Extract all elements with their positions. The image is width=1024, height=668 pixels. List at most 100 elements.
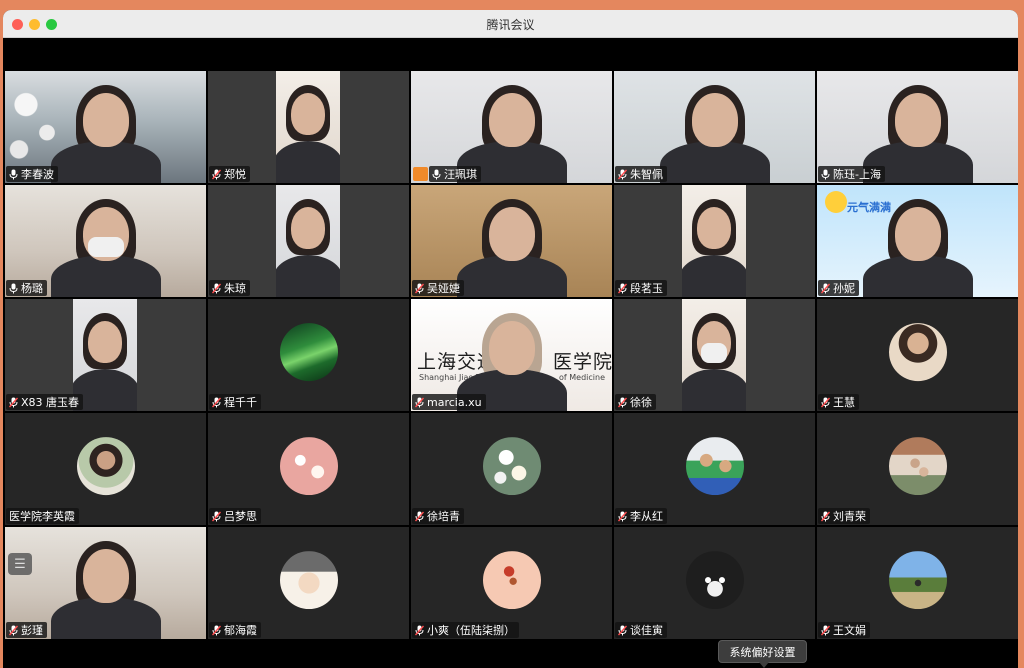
participant-tile[interactable]: 医学院李英霞 (5, 413, 206, 525)
participant-name: 陈珏-上海 (833, 168, 881, 181)
person-body (456, 255, 567, 297)
microphone-muted-icon (415, 625, 424, 636)
participant-tile[interactable]: 徐徐 (614, 299, 815, 411)
participant-tile[interactable]: 王文娟 (817, 527, 1018, 639)
participant-name-tag: 徐培青 (412, 508, 464, 524)
participant-tile[interactable]: 吕梦思 (208, 413, 409, 525)
participant-name-tag: 朱琼 (209, 280, 250, 296)
microphone-muted-icon (821, 511, 830, 522)
participant-name: 朱琼 (224, 282, 246, 295)
participant-tile[interactable]: 李春波 (5, 71, 206, 183)
microphone-muted-icon (212, 169, 221, 180)
person-body (50, 255, 161, 297)
participant-name-tag: 陈珏-上海 (818, 166, 885, 182)
participant-name: 吕梦思 (224, 510, 257, 523)
microphone-muted-icon (821, 397, 830, 408)
participant-tile[interactable]: 杨璐 (5, 185, 206, 297)
person-face (291, 207, 325, 249)
participant-name-tag: 吕梦思 (209, 508, 261, 524)
face-mask (701, 343, 727, 363)
participant-name-tag: 谈佳寅 (615, 622, 667, 638)
participant-name: 汪珮琪 (444, 168, 477, 181)
participant-tile[interactable]: 汪珮琪 (411, 71, 612, 183)
participant-video (682, 299, 746, 411)
participant-name-tag: 杨璐 (6, 280, 47, 296)
participant-video (682, 185, 746, 297)
person-face (291, 93, 325, 135)
person-face (488, 207, 535, 261)
person-body (659, 141, 770, 183)
participant-name-tag: 徐徐 (615, 394, 656, 410)
participant-tile[interactable]: 段茗玉 (614, 185, 815, 297)
participant-tile[interactable]: 谈佳寅 (614, 527, 815, 639)
participant-name: 吴娅婕 (427, 282, 460, 295)
person-body (50, 597, 161, 639)
participant-tile[interactable]: 徐培青 (411, 413, 612, 525)
person-face (82, 93, 129, 147)
participant-name-tag: 小爽（伍陆柒捌） (412, 622, 519, 638)
participant-name-tag: 郁海霞 (209, 622, 261, 638)
person-face (894, 207, 941, 261)
microphone-muted-icon (9, 397, 18, 408)
participant-tile[interactable]: 上海交通 医学院 Shanghai Jiao Tong of Medicine marc… (411, 299, 612, 411)
microphone-muted-icon (821, 625, 830, 636)
person-face (894, 93, 941, 147)
person-body (682, 255, 746, 297)
microphone-muted-icon (618, 511, 627, 522)
participant-name: 医学院李英霞 (9, 510, 75, 523)
host-badge-icon (413, 167, 428, 181)
participant-name: 徐徐 (630, 396, 652, 409)
microphone-muted-icon (212, 511, 221, 522)
participant-tile[interactable]: X83 唐玉春 (5, 299, 206, 411)
face-mask (87, 237, 124, 257)
person-face (691, 93, 738, 147)
participant-tile[interactable]: 郁海霞 (208, 527, 409, 639)
microphone-muted-icon (415, 397, 424, 408)
participant-tile[interactable]: 元气满满 孙妮 (817, 185, 1018, 297)
participant-name: 郑悦 (224, 168, 246, 181)
participant-tile[interactable]: ☰ 彭瑾 (5, 527, 206, 639)
participant-name: 朱智佩 (630, 168, 663, 181)
participant-tile[interactable]: 李从红 (614, 413, 815, 525)
participant-avatar (482, 437, 541, 496)
participant-tile[interactable]: 刘青荣 (817, 413, 1018, 525)
microphone-muted-icon (618, 397, 627, 408)
participant-name-tag: 王文娟 (818, 622, 870, 638)
person-face (82, 549, 129, 603)
participant-name-tag: 朱智佩 (615, 166, 667, 182)
participant-tile[interactable]: 郑悦 (208, 71, 409, 183)
microphone-muted-icon (212, 283, 221, 294)
participant-tile[interactable]: 王慧 (817, 299, 1018, 411)
participant-tile[interactable]: 小爽（伍陆柒捌） (411, 527, 612, 639)
participant-name-tag: 彭瑾 (6, 622, 47, 638)
person-body (276, 255, 340, 297)
microphone-muted-icon (212, 397, 221, 408)
participant-name-tag: 医学院李英霞 (6, 508, 79, 524)
participant-name: 李春波 (21, 168, 54, 181)
microphone-muted-icon (415, 511, 424, 522)
participant-video (276, 71, 340, 183)
participant-avatar (279, 437, 338, 496)
list-icon[interactable]: ☰ (8, 553, 32, 575)
participant-avatar (685, 551, 744, 610)
person-body (682, 369, 746, 411)
microphone-muted-icon (415, 283, 424, 294)
title-bar: 腾讯会议 (3, 10, 1018, 38)
sign-text-right: 医学院 (553, 351, 612, 373)
participant-name-tag: X83 唐玉春 (6, 394, 84, 410)
participant-name-tag: 王慧 (818, 394, 859, 410)
window-title: 腾讯会议 (486, 18, 535, 32)
participant-tile[interactable]: 朱琼 (208, 185, 409, 297)
participant-tile[interactable]: 陈珏-上海 (817, 71, 1018, 183)
person-face (697, 207, 731, 249)
participant-avatar (279, 551, 338, 610)
participant-name-tag: 刘青荣 (818, 508, 870, 524)
sticker-text: 元气满满 (847, 201, 891, 214)
person-body (862, 255, 973, 297)
participant-avatar (482, 551, 541, 610)
microphone-icon (821, 169, 830, 180)
participant-tile[interactable]: 朱智佩 (614, 71, 815, 183)
participant-tile[interactable]: 吴娅婕 (411, 185, 612, 297)
participant-tile[interactable]: 程千千 (208, 299, 409, 411)
participant-avatar (888, 551, 947, 610)
